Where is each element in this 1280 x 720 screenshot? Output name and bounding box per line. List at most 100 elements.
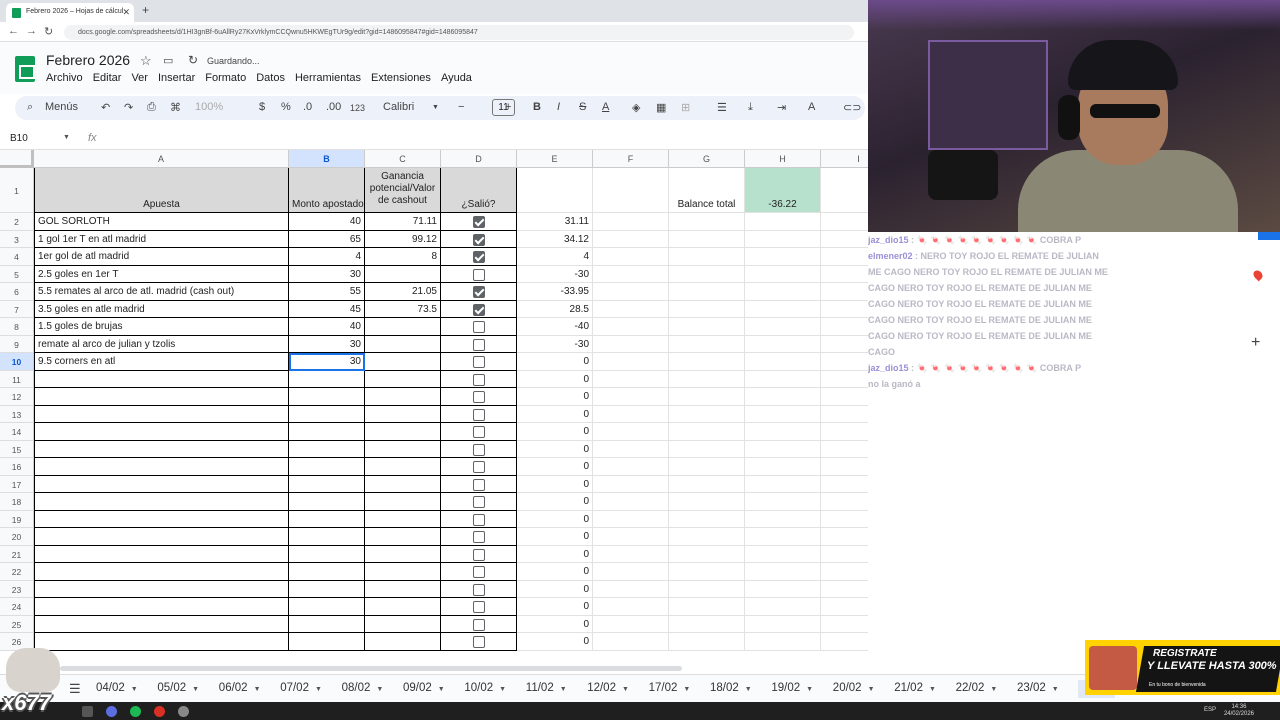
menu-herramientas[interactable]: Herramientas (295, 72, 361, 84)
sheet-tab-chevron-down-icon[interactable]: ▼ (438, 686, 445, 693)
sheet-tab[interactable]: 06/02 ▼ (219, 682, 261, 694)
cell-g6[interactable] (669, 283, 745, 301)
column-header-h[interactable]: H (745, 150, 821, 168)
cell-g18[interactable] (669, 493, 745, 511)
cell-a22[interactable] (34, 563, 289, 581)
cell-e15[interactable]: 0 (517, 440, 593, 458)
sheet-tab[interactable]: 21/02 ▼ (894, 682, 936, 694)
sheet-tab[interactable]: 20/02 ▼ (833, 682, 875, 694)
cell-h16[interactable] (745, 458, 821, 476)
cell-g10[interactable] (669, 353, 745, 371)
checkbox-unchecked[interactable] (473, 583, 485, 596)
move-folder-icon[interactable]: ▭ (163, 54, 173, 67)
cell-i1[interactable] (821, 168, 868, 213)
cell-c6[interactable]: 21.05 (365, 283, 441, 301)
font-select[interactable]: Calibri (383, 101, 414, 113)
checkbox-unchecked[interactable] (473, 566, 485, 578)
menu-extensiones[interactable]: Extensiones (371, 72, 431, 84)
cell-e4[interactable]: 4 (517, 248, 593, 266)
sheet-tab-chevron-down-icon[interactable]: ▼ (745, 686, 752, 693)
row-header[interactable]: 5 (0, 265, 34, 283)
cell-a5[interactable]: 2.5 goles en 1er T (34, 265, 289, 283)
browser-tab[interactable]: Febrero 2026 – Hojas de cálcul ✕ (6, 3, 134, 22)
italic-icon[interactable]: I (557, 101, 560, 113)
cell-d13[interactable] (441, 405, 517, 423)
cell-i24[interactable] (821, 598, 868, 616)
cell-e17[interactable]: 0 (517, 475, 593, 493)
header-monto-apostado[interactable]: Monto apostado (289, 168, 365, 213)
cell-e18[interactable]: 0 (517, 493, 593, 511)
cell-e13[interactable]: 0 (517, 405, 593, 423)
cell-h11[interactable] (745, 370, 821, 388)
row-header[interactable]: 21 (0, 545, 34, 563)
cell-a2[interactable]: GOL SORLOTH (34, 213, 289, 231)
cell-b19[interactable] (289, 510, 365, 528)
cell-c23[interactable] (365, 580, 441, 598)
cell-f9[interactable] (593, 335, 669, 353)
cell-b8[interactable]: 40 (289, 318, 365, 336)
cell-a13[interactable] (34, 405, 289, 423)
cell-i3[interactable] (821, 231, 868, 248)
cell-e7[interactable]: 28.5 (517, 300, 593, 318)
cell-g5[interactable] (669, 265, 745, 283)
cell-g2[interactable] (669, 213, 745, 231)
cell-d14[interactable] (441, 423, 517, 441)
cell-i11[interactable] (821, 371, 868, 388)
cell-c15[interactable] (365, 440, 441, 458)
checkbox-unchecked[interactable] (473, 356, 485, 368)
cell-d25[interactable] (441, 615, 517, 633)
cell-f5[interactable] (593, 265, 669, 283)
cell-f8[interactable] (593, 318, 669, 336)
cell-f22[interactable] (593, 563, 669, 581)
cell-b9[interactable]: 30 (289, 335, 365, 353)
sheets-logo-icon[interactable] (15, 56, 35, 82)
cell-h10[interactable] (745, 353, 821, 371)
row-header[interactable]: 13 (0, 405, 34, 423)
cell-b13[interactable] (289, 405, 365, 423)
sheet-tab[interactable]: 23/02 ▼ (1017, 682, 1059, 694)
cell-b24[interactable] (289, 598, 365, 616)
menus-search-button[interactable]: Menús (45, 101, 78, 113)
app-icon[interactable] (178, 706, 189, 717)
sheet-tab-chevron-down-icon[interactable]: ▼ (131, 686, 138, 693)
cell-c5[interactable] (365, 265, 441, 283)
font-size-input[interactable]: 11 (492, 99, 515, 116)
cell-f2[interactable] (593, 213, 669, 231)
row-header[interactable]: 6 (0, 283, 34, 301)
cell-d11[interactable] (441, 370, 517, 388)
column-header-f[interactable]: F (593, 150, 669, 168)
row-header[interactable]: 1 (0, 168, 34, 213)
cell-d7[interactable] (441, 300, 517, 318)
row-header[interactable]: 11 (0, 370, 34, 388)
redo-icon[interactable]: ↷ (124, 101, 133, 114)
cell-f25[interactable] (593, 615, 669, 633)
cell-i8[interactable] (821, 318, 868, 336)
cell-i16[interactable] (821, 458, 868, 476)
increase-decimal-button[interactable]: .00 (326, 101, 341, 113)
menu-insertar[interactable]: Insertar (158, 72, 195, 84)
cell-g3[interactable] (669, 230, 745, 248)
url-field[interactable]: docs.google.com/spreadsheets/d/1HI3gnBf-… (64, 25, 854, 40)
cell-d26[interactable] (441, 633, 517, 651)
text-rotation-icon[interactable]: A (808, 101, 815, 113)
sheet-tab[interactable]: 05/02 ▼ (157, 682, 199, 694)
cell-f24[interactable] (593, 598, 669, 616)
cell-d21[interactable] (441, 545, 517, 563)
checkbox-unchecked[interactable] (473, 618, 485, 631)
cell-a23[interactable] (34, 580, 289, 598)
cell-e11[interactable]: 0 (517, 370, 593, 388)
header-salio[interactable]: ¿Salió? (441, 168, 517, 213)
cell-d24[interactable] (441, 598, 517, 616)
checkbox-checked[interactable] (473, 286, 485, 298)
cell-b18[interactable] (289, 493, 365, 511)
checkbox-unchecked[interactable] (473, 321, 485, 333)
cell-d6[interactable] (441, 283, 517, 301)
cell-g14[interactable] (669, 423, 745, 441)
back-icon[interactable]: ← (8, 25, 19, 37)
row-header[interactable]: 12 (0, 388, 34, 406)
cell-i18[interactable] (821, 493, 868, 511)
cell-d18[interactable] (441, 493, 517, 511)
cell-b21[interactable] (289, 545, 365, 563)
cell-d16[interactable] (441, 458, 517, 476)
cell-h6[interactable] (745, 283, 821, 301)
